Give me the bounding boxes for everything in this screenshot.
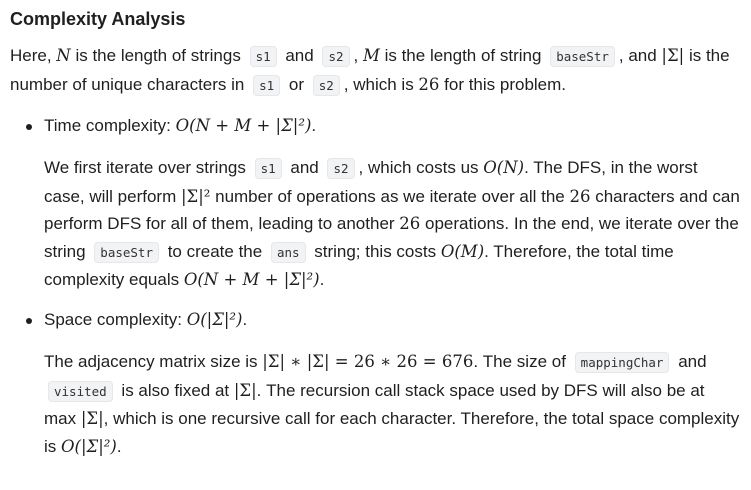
- code-s1: s1: [254, 158, 282, 179]
- text: or: [284, 75, 309, 94]
- text: Here,: [10, 46, 57, 65]
- math-sigma: |Σ|: [80, 409, 104, 429]
- text: string; this costs: [309, 241, 441, 261]
- space-formula: O(|Σ|²): [186, 309, 243, 329]
- text: . The size of: [473, 351, 571, 371]
- math-26: 26: [399, 214, 421, 234]
- math-26: 26: [418, 75, 440, 94]
- text: and: [280, 46, 319, 65]
- list-item-time: Time complexity: O(N + M + |Σ|²). We fir…: [10, 112, 741, 294]
- code-basestr: baseStr: [94, 241, 159, 263]
- math-26: 26: [569, 186, 591, 206]
- math-space-total: O(|Σ|²): [61, 436, 117, 456]
- list-item-space: Space complexity: O(|Σ|²). The adjacency…: [10, 306, 741, 460]
- text: is also fixed at: [116, 380, 234, 400]
- bullet-icon: [26, 124, 32, 130]
- code-mappingchar: mappingChar: [574, 351, 670, 373]
- math-n: N: [56, 46, 71, 65]
- section-title: Complexity Analysis: [10, 9, 186, 29]
- code-s2: s2: [322, 46, 350, 67]
- intro-paragraph: Here, N is the length of strings s1 and …: [10, 42, 741, 100]
- code-s1: s1: [249, 46, 277, 67]
- code-visited: visited: [48, 380, 113, 402]
- math-matrix-size: |Σ| ∗ |Σ| = 26 ∗ 26 = 676: [262, 351, 474, 371]
- math-o-n: O(N): [483, 158, 525, 177]
- text: The adjacency matrix size is: [44, 351, 263, 371]
- text: to create the: [162, 241, 267, 261]
- time-formula: O(N + M + |Σ|²): [175, 116, 312, 135]
- complexity-section: Complexity Analysis Here, N is the lengt…: [0, 0, 751, 490]
- text: and: [285, 158, 324, 177]
- text: ,: [353, 46, 363, 65]
- text: number of operations as we iterate over …: [210, 186, 570, 206]
- code-basestr: baseStr: [550, 46, 615, 67]
- text: .: [242, 309, 248, 329]
- time-explanation: We first iterate over strings s1 and s2,…: [44, 154, 741, 294]
- space-paragraph: The adjacency matrix size is |Σ| ∗ |Σ| =…: [44, 348, 741, 460]
- space-complexity-heading: Space complexity: O(|Σ|²).: [44, 306, 741, 334]
- text: and: [673, 351, 707, 371]
- code-ans: ans: [270, 241, 306, 263]
- math-o-m: O(M): [440, 241, 485, 261]
- space-label: Space complexity:: [44, 309, 187, 329]
- text: is the length of strings: [70, 46, 246, 65]
- time-complexity-heading: Time complexity: O(N + M + |Σ|²).: [44, 112, 741, 140]
- text: We first iterate over strings: [44, 158, 251, 177]
- text: .: [311, 116, 317, 135]
- code-s2: s2: [327, 158, 355, 179]
- math-sigma-squared: |Σ|²: [180, 186, 211, 206]
- code-s2: s2: [312, 75, 340, 96]
- math-m: M: [362, 46, 380, 65]
- text: is the length of string: [379, 46, 547, 65]
- complexity-list: Time complexity: O(N + M + |Σ|²). We fir…: [10, 112, 741, 460]
- code-s1: s1: [253, 75, 281, 96]
- text: , and: [618, 46, 662, 65]
- text: , which costs us: [358, 158, 484, 177]
- math-sigma: |Σ|: [661, 46, 685, 65]
- text: , which is one recursive call for each c…: [44, 409, 740, 456]
- time-paragraph: We first iterate over strings s1 and s2,…: [44, 154, 741, 294]
- time-label: Time complexity:: [44, 116, 176, 135]
- text: .: [319, 270, 325, 290]
- math-sigma: |Σ|: [233, 380, 257, 400]
- math-time-total: O(N + M + |Σ|²): [183, 270, 320, 290]
- text: , which is: [343, 75, 419, 94]
- space-explanation: The adjacency matrix size is |Σ| ∗ |Σ| =…: [44, 348, 741, 460]
- bullet-icon: [26, 317, 32, 324]
- text: .: [116, 436, 122, 456]
- text: for this problem.: [439, 75, 567, 94]
